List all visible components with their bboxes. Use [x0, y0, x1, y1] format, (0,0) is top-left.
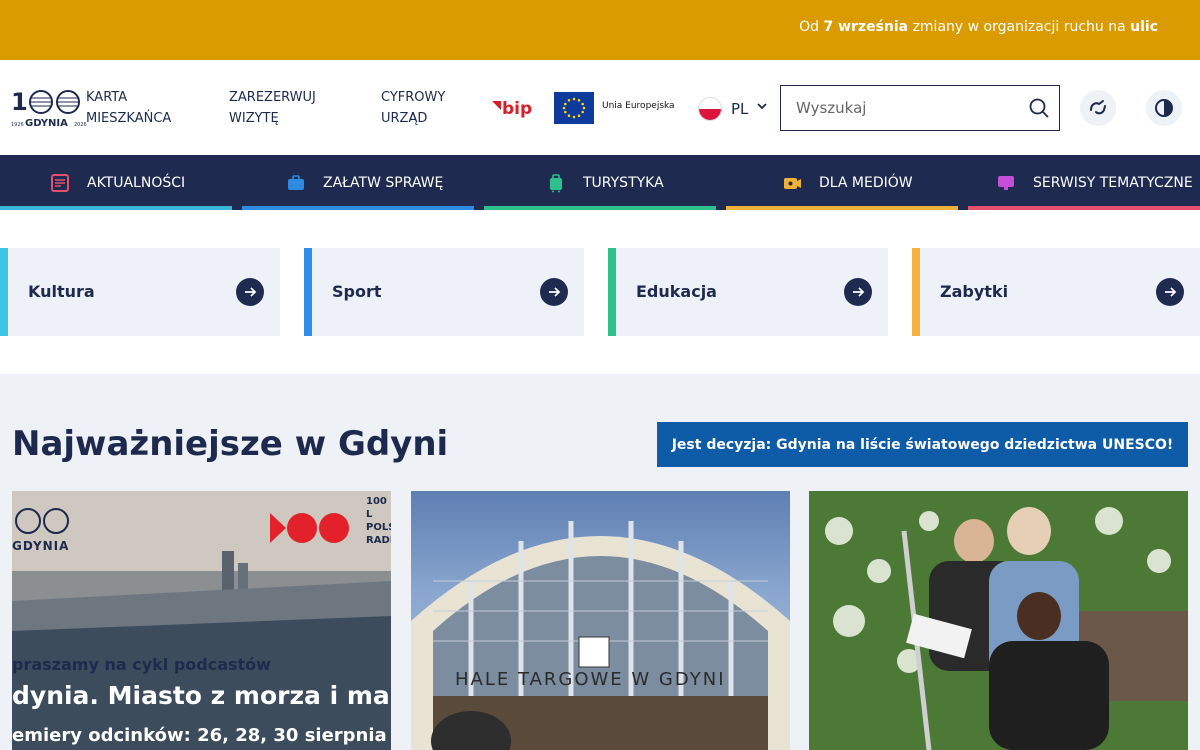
news-card-budzet-obywatelski[interactable] [809, 491, 1188, 750]
svg-text:2026: 2026 [74, 122, 87, 128]
eu-label: Unia Europejska [602, 101, 675, 111]
news-card-podcast[interactable]: GDYNIA 100 L POLS RADI praszamy na cykl … [12, 491, 391, 750]
nav-zalatw-sprawe[interactable]: ZAŁATW SPRAWĘ [242, 155, 474, 210]
tile-zabytki[interactable]: Zabytki [912, 248, 1200, 336]
svg-text:1: 1 [11, 88, 28, 116]
briefcase-icon [286, 173, 306, 193]
nav-aktualnosci[interactable]: AKTUALNOŚCI [0, 155, 232, 210]
arrow-right-icon[interactable] [1156, 278, 1184, 306]
nav-turystyka[interactable]: TURYSTYKA [484, 155, 716, 210]
sign-language-button[interactable] [1080, 90, 1116, 126]
svg-text:bip: bip [502, 99, 532, 119]
poland-flag-icon [698, 97, 722, 121]
arrow-right-icon[interactable] [236, 278, 264, 306]
tile-kultura[interactable]: Kultura [0, 248, 280, 336]
banner-text[interactable]: Od 7 września zmiany w organizacji ruchu… [799, 19, 1158, 35]
sign-language-icon [1090, 100, 1106, 115]
chevron-down-icon [756, 100, 768, 115]
link-karta-mieszkanca[interactable]: KARTA MIESZKAŃCA [86, 87, 171, 129]
search-icon[interactable] [1029, 98, 1049, 118]
camera-icon [782, 173, 802, 193]
language-label: PL [731, 100, 749, 118]
bip-icon: bip [492, 99, 532, 119]
top-banner[interactable]: Od 7 września zmiany w organizacji ruchu… [0, 0, 1200, 60]
newspaper-icon [50, 173, 70, 193]
contrast-button[interactable] [1146, 90, 1182, 126]
nav-serwisy-tematyczne[interactable]: SERWISY TEMATYCZNE [968, 155, 1200, 210]
arrow-right-icon[interactable] [844, 278, 872, 306]
search-input[interactable] [781, 86, 1021, 130]
contrast-icon [1155, 99, 1173, 117]
tile-sport[interactable]: Sport [304, 248, 584, 336]
section-title: Najważniejsze w Gdyni [12, 424, 449, 464]
logo-graphic: 1 1926 GDYNIA 2026 [11, 88, 87, 129]
link-zarezerwuj-wizyte[interactable]: ZAREZERWUJ WIZYTĘ [229, 87, 316, 129]
news-card-hale-targowe[interactable]: HALE TARGOWE W GDYNI [411, 491, 790, 750]
polskie-radio-logo [270, 513, 349, 543]
arrow-right-icon[interactable] [540, 278, 568, 306]
eu-flag-icon [554, 92, 594, 124]
search-box[interactable] [780, 85, 1060, 131]
market-hall-photo [411, 521, 790, 750]
eu-logo[interactable]: Unia Europejska [554, 92, 675, 124]
link-cyfrowy-urzad[interactable]: CYFROWY URZĄD [381, 87, 445, 129]
nav-dla-mediow[interactable]: DLA MEDIÓW [726, 155, 958, 210]
monitor-icon [996, 173, 1016, 193]
tile-edukacja[interactable]: Edukacja [608, 248, 888, 336]
gdynia-100-logo[interactable]: 1 1926 GDYNIA 2026 [10, 88, 88, 130]
bip-logo[interactable]: bip [492, 97, 536, 119]
svg-text:1926: 1926 [11, 122, 24, 128]
language-selector[interactable]: PL [698, 95, 772, 123]
luggage-icon [546, 173, 566, 193]
main-nav: AKTUALNOŚCI ZAŁATW SPRAWĘ TURYSTYKA DLA … [0, 155, 1200, 210]
svg-text:GDYNIA: GDYNIA [25, 118, 68, 129]
unesco-featured-button[interactable]: Jest decyzja: Gdynia na liście światoweg… [657, 422, 1188, 467]
park-people-photo [809, 491, 1188, 750]
